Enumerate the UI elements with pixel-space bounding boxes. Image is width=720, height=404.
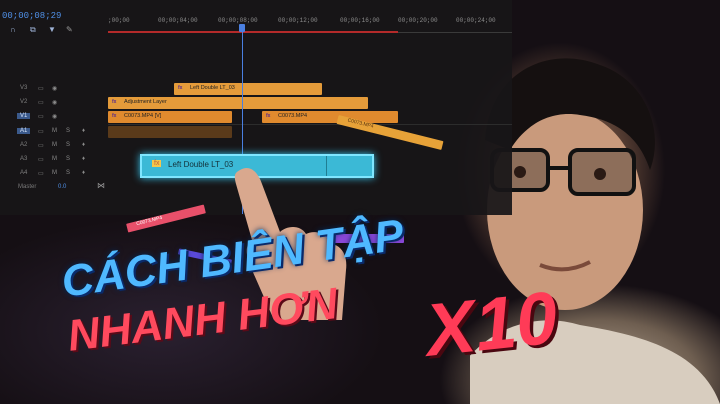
clip-label: Adjustment Layer bbox=[124, 99, 167, 105]
sync-lock-icon[interactable]: ▭ bbox=[38, 170, 44, 177]
track-header-v2[interactable]: V2 ▭ ◉ bbox=[0, 97, 108, 109]
clip-left-double[interactable]: fx Left Double LT_03 bbox=[174, 83, 322, 95]
microphone-icon[interactable]: ♦ bbox=[82, 142, 85, 148]
sync-lock-icon[interactable]: ▭ bbox=[38, 156, 44, 163]
master-label: Master bbox=[18, 184, 37, 190]
clip-adjustment-layer[interactable]: fx Adjustment Layer bbox=[108, 97, 368, 109]
eye-icon[interactable]: ◉ bbox=[52, 99, 57, 106]
clip-label: C0073.MP4 [V] bbox=[124, 113, 162, 119]
headline-multiplier: X10 bbox=[421, 275, 562, 372]
marker-icon[interactable]: ▼ bbox=[48, 25, 56, 34]
linked-selection-icon[interactable]: ⧉ bbox=[30, 25, 36, 35]
ruler-tick: 00;00;04;00 bbox=[158, 17, 198, 24]
ruler-tick: 00;00;12;00 bbox=[278, 17, 318, 24]
film-icon[interactable]: ▭ bbox=[38, 99, 44, 106]
mute-button[interactable]: M bbox=[52, 170, 57, 176]
fx-badge: fx bbox=[112, 99, 117, 105]
track-header-a2[interactable]: A2 ▭ M S ♦ bbox=[0, 140, 108, 152]
clip-label: Left Double LT_03 bbox=[190, 85, 235, 91]
solo-button[interactable]: S bbox=[66, 142, 70, 148]
mute-button[interactable]: M bbox=[52, 156, 57, 162]
ruler-tick: 00;00;24;00 bbox=[456, 17, 496, 24]
clip-c0073-audio[interactable] bbox=[108, 126, 232, 138]
fx-badge: fx bbox=[112, 113, 117, 119]
track-name: V3 bbox=[20, 85, 28, 91]
track-name: A2 bbox=[20, 142, 28, 148]
track-header-a4[interactable]: A4 ▭ M S ♦ bbox=[0, 168, 108, 180]
mute-button[interactable]: M bbox=[52, 142, 57, 148]
microphone-icon[interactable]: ♦ bbox=[82, 128, 85, 134]
solo-button[interactable]: S bbox=[66, 170, 70, 176]
track-name: A1 bbox=[17, 128, 31, 134]
sync-lock-icon[interactable]: ▭ bbox=[38, 128, 44, 135]
microphone-icon[interactable]: ♦ bbox=[82, 170, 85, 176]
fx-badge: fx bbox=[178, 85, 183, 91]
track-header-a3[interactable]: A3 ▭ M S ♦ bbox=[0, 154, 108, 166]
ruler-tick: 00;00;16;00 bbox=[340, 17, 380, 24]
ruler-tick: ;00;00 bbox=[108, 17, 130, 24]
eye-icon[interactable]: ◉ bbox=[52, 113, 57, 120]
clip-label: C0073.MP4 bbox=[278, 113, 308, 119]
film-icon[interactable]: ▭ bbox=[38, 85, 44, 92]
fx-badge: fx bbox=[266, 113, 271, 119]
ruler-tick: 00;00;20;00 bbox=[398, 17, 438, 24]
microphone-icon[interactable]: ♦ bbox=[82, 156, 85, 162]
wrench-icon[interactable]: ✎ bbox=[66, 25, 73, 34]
time-ruler[interactable]: ;00;00 00;00;04;00 00;00;08;00 00;00;12;… bbox=[108, 15, 512, 33]
trim-icon[interactable]: ⋈ bbox=[97, 181, 105, 190]
snap-icon[interactable]: ∩ bbox=[10, 25, 16, 34]
eye-icon[interactable]: ◉ bbox=[52, 85, 57, 92]
track-divider bbox=[108, 124, 512, 125]
clip-c0073-video[interactable]: fx C0073.MP4 [V] bbox=[108, 111, 232, 123]
ruler-tick: 00;00;08;00 bbox=[218, 17, 258, 24]
timecode-display[interactable]: 00;00;08;29 bbox=[2, 11, 61, 21]
clip-c0073-video-2[interactable]: fx C0073.MP4 bbox=[262, 111, 398, 123]
track-name: A4 bbox=[20, 170, 28, 176]
fx-badge: fx bbox=[152, 160, 162, 167]
work-area-bar bbox=[108, 31, 398, 33]
solo-button[interactable]: S bbox=[66, 156, 70, 162]
track-header-v3[interactable]: V3 ▭ ◉ bbox=[0, 83, 108, 95]
mute-button[interactable]: M bbox=[52, 128, 57, 134]
track-name: V2 bbox=[20, 99, 28, 105]
track-header-a1[interactable]: A1 ▭ M S ♦ bbox=[0, 126, 108, 138]
sync-lock-icon[interactable]: ▭ bbox=[38, 142, 44, 149]
track-header-v1[interactable]: V1 ▭ ◉ bbox=[0, 111, 108, 123]
master-volume[interactable]: 0.0 bbox=[58, 184, 66, 190]
track-name: V1 bbox=[17, 113, 31, 119]
solo-button[interactable]: S bbox=[66, 128, 70, 134]
film-icon[interactable]: ▭ bbox=[38, 113, 44, 120]
track-name: A3 bbox=[20, 156, 28, 162]
